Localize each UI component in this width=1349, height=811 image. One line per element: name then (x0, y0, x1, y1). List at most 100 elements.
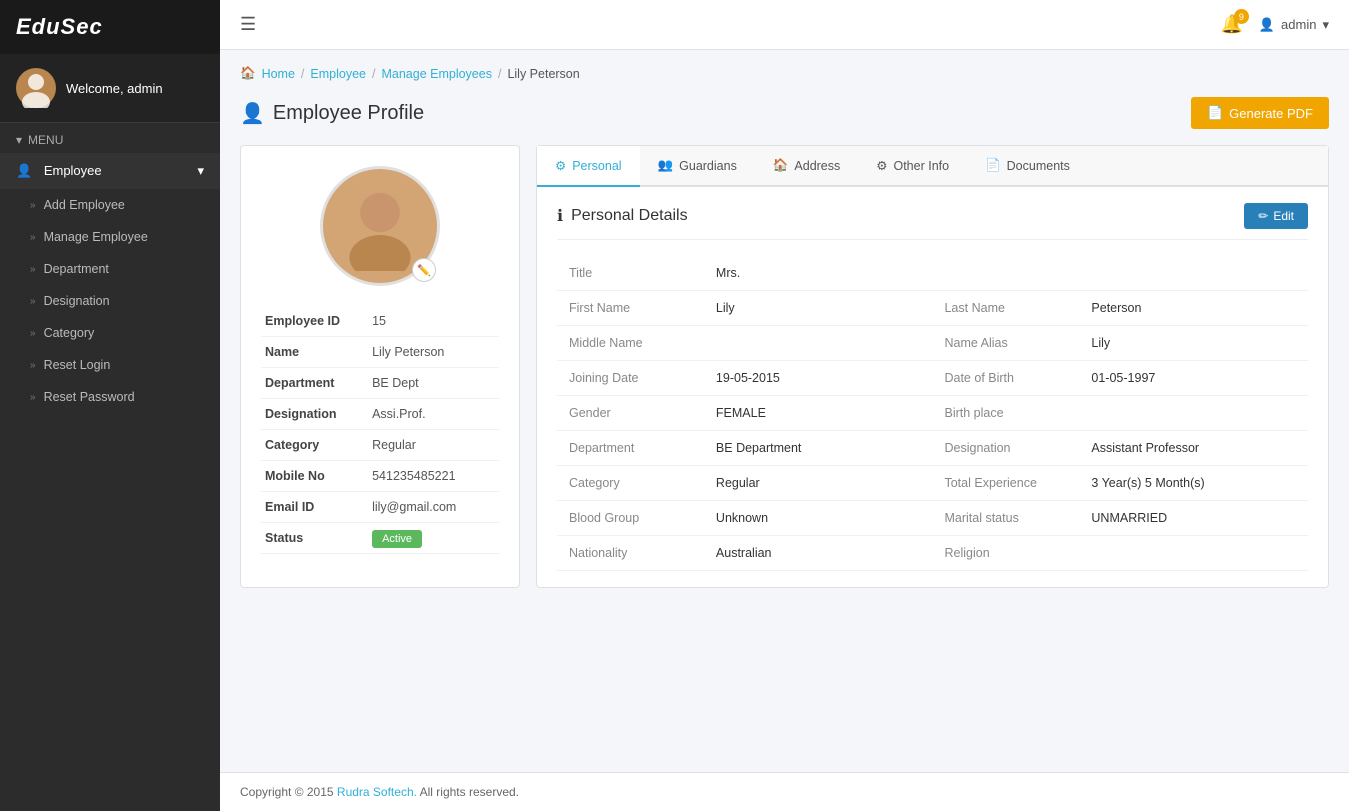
name-value: Lily Peterson (368, 337, 499, 368)
user-icon: 👤 (240, 101, 265, 126)
detail-value: Assistant Professor (1079, 431, 1308, 466)
profile-area: ✏️ Employee ID 15 Name Lily Peterson Dep… (240, 145, 1329, 588)
tab-address[interactable]: 🏠 Address (755, 146, 858, 187)
profile-avatar-wrap: ✏️ (320, 166, 440, 286)
detail-value: Regular (704, 466, 933, 501)
brand-logo: EduSec (0, 0, 220, 54)
designation-label: Designation (261, 399, 368, 430)
notification-badge: 9 (1234, 9, 1249, 24)
detail-label: Name Alias (932, 326, 1079, 361)
chevron-right-icon: » (30, 328, 36, 339)
generate-pdf-button[interactable]: 📄 Generate PDF (1191, 97, 1329, 129)
detail-label: Total Experience (932, 466, 1079, 501)
sidebar-item-reset-login[interactable]: » Reset Login (0, 349, 220, 381)
chevron-down-icon: ▾ (1322, 17, 1329, 33)
sidebar-item-category[interactable]: » Category (0, 317, 220, 349)
profile-card: ✏️ Employee ID 15 Name Lily Peterson Dep… (240, 145, 520, 588)
detail-value: FEMALE (704, 396, 933, 431)
address-icon: 🏠 (773, 158, 789, 173)
breadcrumb-employee[interactable]: Employee (310, 67, 366, 81)
table-row: Department BE Department Designation Ass… (557, 431, 1308, 466)
detail-value: Lily (1079, 326, 1308, 361)
edit-button[interactable]: ✏ Edit (1244, 203, 1308, 229)
status-label: Status (261, 523, 368, 554)
chevron-right-icon: » (30, 360, 36, 371)
employee-id-value: 15 (368, 306, 499, 337)
detail-label: Religion (932, 536, 1079, 571)
edit-icon: ✏ (1258, 209, 1268, 223)
detail-label: Blood Group (557, 501, 704, 536)
table-row: Middle Name Name Alias Lily (557, 326, 1308, 361)
detail-value (704, 326, 933, 361)
breadcrumb-home[interactable]: Home (262, 67, 295, 81)
detail-value: 3 Year(s) 5 Month(s) (1079, 466, 1308, 501)
details-grid: Title Mrs. First Name Lily Last Name Pet… (557, 256, 1308, 571)
sidebar-item-designation[interactable]: » Designation (0, 285, 220, 317)
detail-value: 19-05-2015 (704, 361, 933, 396)
chevron-right-icon: » (30, 392, 36, 403)
hamburger-icon[interactable]: ☰ (240, 14, 256, 35)
table-row: Joining Date 19-05-2015 Date of Birth 01… (557, 361, 1308, 396)
tabs: ⚙ Personal 👥 Guardians 🏠 Address ⚙ Other… (537, 146, 1328, 187)
detail-value: UNMARRIED (1079, 501, 1308, 536)
table-row: Category Regular Total Experience 3 Year… (557, 466, 1308, 501)
detail-label: Birth place (932, 396, 1079, 431)
tab-guardians[interactable]: 👥 Guardians (640, 146, 755, 187)
table-row: Nationality Australian Religion (557, 536, 1308, 571)
table-row: Mobile No 541235485221 (261, 461, 499, 492)
tab-personal[interactable]: ⚙ Personal (537, 146, 640, 187)
guardians-icon: 👥 (658, 158, 674, 173)
breadcrumb-current: Lily Peterson (507, 67, 579, 81)
personal-icon: ⚙ (555, 158, 566, 173)
tab-documents[interactable]: 📄 Documents (967, 146, 1088, 187)
documents-icon: 📄 (985, 158, 1001, 173)
detail-label: Title (557, 256, 704, 291)
detail-label: Last Name (932, 291, 1079, 326)
breadcrumb-manage-employees[interactable]: Manage Employees (381, 67, 491, 81)
email-label: Email ID (261, 492, 368, 523)
detail-value: Mrs. (704, 256, 933, 291)
notification-bell[interactable]: 🔔 9 (1220, 14, 1242, 35)
sidebar-item-department[interactable]: » Department (0, 253, 220, 285)
tab-content-header: ℹ Personal Details ✏ Edit (557, 203, 1308, 240)
detail-value: Unknown (704, 501, 933, 536)
menu-label[interactable]: ▾ Menu (0, 123, 220, 153)
detail-label: Department (557, 431, 704, 466)
chevron-right-icon: » (30, 200, 36, 211)
sidebar-user: Welcome, admin (0, 54, 220, 123)
table-row: First Name Lily Last Name Peterson (557, 291, 1308, 326)
table-row: Title Mrs. (557, 256, 1308, 291)
detail-label (932, 256, 1079, 291)
home-icon: 🏠 (240, 66, 256, 81)
table-row: Blood Group Unknown Marital status UNMAR… (557, 501, 1308, 536)
sidebar-item-reset-password[interactable]: » Reset Password (0, 381, 220, 413)
chevron-icon: ▾ (197, 163, 204, 179)
table-row: Gender FEMALE Birth place (557, 396, 1308, 431)
chevron-right-icon: » (30, 264, 36, 275)
breadcrumb-sep1: / (301, 67, 304, 81)
tab-content-title: ℹ Personal Details (557, 206, 688, 226)
sidebar-item-manage-employee[interactable]: » Manage Employee (0, 221, 220, 253)
footer-link[interactable]: Rudra Softech. (337, 785, 417, 799)
main-area: ☰ 🔔 9 👤 admin ▾ 🏠 Home / Employee / Mana… (220, 0, 1349, 811)
profile-info-table: Employee ID 15 Name Lily Peterson Depart… (261, 306, 499, 554)
table-row: Name Lily Peterson (261, 337, 499, 368)
detail-label: Category (557, 466, 704, 501)
department-value: BE Dept (368, 368, 499, 399)
department-label: Department (261, 368, 368, 399)
designation-value: Assi.Prof. (368, 399, 499, 430)
sidebar-item-add-employee[interactable]: » Add Employee (0, 189, 220, 221)
sidebar-section-employee[interactable]: 👤 Employee ▾ (0, 153, 220, 189)
footer: Copyright © 2015 Rudra Softech. All righ… (220, 772, 1349, 811)
profile-edit-icon[interactable]: ✏️ (412, 258, 436, 282)
detail-label: Marital status (932, 501, 1079, 536)
table-row: Email ID lily@gmail.com (261, 492, 499, 523)
detail-label: First Name (557, 291, 704, 326)
detail-label: Nationality (557, 536, 704, 571)
admin-menu[interactable]: 👤 admin ▾ (1259, 17, 1329, 33)
employee-id-label: Employee ID (261, 306, 368, 337)
detail-value: Lily (704, 291, 933, 326)
admin-icon: 👤 (1259, 17, 1275, 33)
page-title: 👤 Employee Profile (240, 101, 424, 126)
tab-other-info[interactable]: ⚙ Other Info (858, 146, 967, 187)
